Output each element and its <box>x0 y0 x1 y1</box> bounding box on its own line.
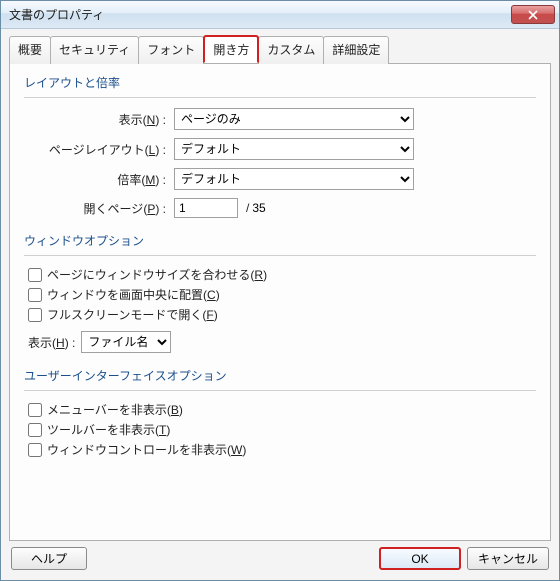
check-fullscreen[interactable]: フルスクリーンモードで開く(F) <box>28 306 536 323</box>
row-zoom: 倍率(M) : デフォルト <box>24 168 536 190</box>
client-area: 概要 セキュリティ フォント 開き方 カスタム 詳細設定 レイアウトと倍率 表示… <box>1 29 559 580</box>
footer: ヘルプ OK キャンセル <box>9 541 551 572</box>
close-icon <box>528 10 538 20</box>
group-layout-title: レイアウトと倍率 <box>24 74 536 91</box>
tab-strip: 概要 セキュリティ フォント 開き方 カスタム 詳細設定 <box>9 35 551 63</box>
window-title: 文書のプロパティ <box>9 6 104 23</box>
row-window-show: 表示(H) : ファイル名 <box>28 331 536 353</box>
checkbox-hide-tool[interactable] <box>28 423 42 437</box>
check-hide-ctrl[interactable]: ウィンドウコントロールを非表示(W) <box>28 441 536 458</box>
group-window-title: ウィンドウオプション <box>24 232 536 249</box>
checkbox-hide-ctrl[interactable] <box>28 443 42 457</box>
combo-window-show[interactable]: ファイル名 <box>81 331 171 353</box>
row-display: 表示(N) : ページのみ <box>24 108 536 130</box>
tab-custom[interactable]: カスタム <box>258 36 324 64</box>
checkbox-hide-menu[interactable] <box>28 403 42 417</box>
tab-summary[interactable]: 概要 <box>9 36 51 64</box>
dialog-window: 文書のプロパティ 概要 セキュリティ フォント 開き方 カスタム 詳細設定 レイ… <box>0 0 560 581</box>
divider <box>24 255 536 256</box>
tab-fonts[interactable]: フォント <box>138 36 204 64</box>
combo-zoom[interactable]: デフォルト <box>174 168 414 190</box>
ok-button[interactable]: OK <box>379 547 461 570</box>
check-hide-tool[interactable]: ツールバーを非表示(T) <box>28 421 536 438</box>
group-ui: ユーザーインターフェイスオプション メニューバーを非表示(B) ツールバーを非表… <box>24 367 536 458</box>
checkbox-center[interactable] <box>28 288 42 302</box>
combo-page-layout[interactable]: デフォルト <box>174 138 414 160</box>
label-display: 表示(N) : <box>24 111 174 128</box>
tab-advanced[interactable]: 詳細設定 <box>323 36 389 64</box>
tab-page: レイアウトと倍率 表示(N) : ページのみ ページレイアウト(L) : <box>9 63 551 541</box>
combo-display[interactable]: ページのみ <box>174 108 414 130</box>
divider <box>24 390 536 391</box>
label-open-page: 開くページ(P) : <box>24 200 174 217</box>
tab-security[interactable]: セキュリティ <box>50 36 139 64</box>
check-hide-menu[interactable]: メニューバーを非表示(B) <box>28 401 536 418</box>
divider <box>24 97 536 98</box>
checkbox-fit-window[interactable] <box>28 268 42 282</box>
checkbox-fullscreen[interactable] <box>28 308 42 322</box>
group-layout: レイアウトと倍率 表示(N) : ページのみ ページレイアウト(L) : <box>24 74 536 218</box>
input-open-page[interactable] <box>174 198 238 218</box>
titlebar: 文書のプロパティ <box>1 1 559 29</box>
row-open-page: 開くページ(P) : / 35 <box>24 198 536 218</box>
page-total: 35 <box>252 201 265 215</box>
check-fit-window[interactable]: ページにウィンドウサイズを合わせる(R) <box>28 266 536 283</box>
label-zoom: 倍率(M) : <box>24 171 174 188</box>
label-page-layout: ページレイアウト(L) : <box>24 141 174 158</box>
footer-right: OK キャンセル <box>379 547 549 570</box>
page-total-sep: / <box>246 201 249 215</box>
cancel-button[interactable]: キャンセル <box>467 547 549 570</box>
tab-initial-view[interactable]: 開き方 <box>203 35 259 63</box>
help-button[interactable]: ヘルプ <box>11 547 87 570</box>
label-window-show: 表示(H) : <box>28 334 75 351</box>
check-center[interactable]: ウィンドウを画面中央に配置(C) <box>28 286 536 303</box>
group-ui-title: ユーザーインターフェイスオプション <box>24 367 536 384</box>
close-button[interactable] <box>511 5 555 24</box>
group-window: ウィンドウオプション ページにウィンドウサイズを合わせる(R) ウィンドウを画面… <box>24 232 536 353</box>
row-page-layout: ページレイアウト(L) : デフォルト <box>24 138 536 160</box>
